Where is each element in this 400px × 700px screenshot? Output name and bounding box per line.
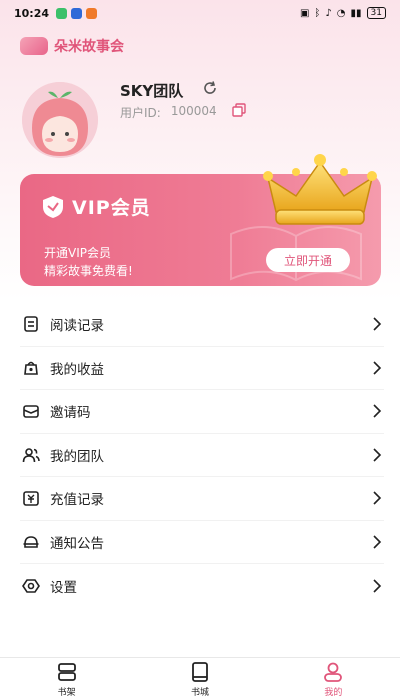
user-id-label: 用户ID: [120, 106, 161, 120]
menu-item-reading-record[interactable]: 阅读记录 [20, 303, 384, 347]
menu-item-earnings[interactable]: 我的收益 [20, 347, 384, 390]
menu-item-invite-code[interactable]: 邀请码 [20, 390, 384, 434]
bookstore-icon [192, 661, 208, 682]
signal-icon: ▮▮ [350, 7, 362, 19]
tab-bookshelf[interactable]: 书架 [0, 658, 133, 700]
user-id-row: 用户ID: 100004 [120, 104, 217, 121]
chevron-right-icon [373, 535, 382, 549]
brand-title: 朵米故事会 [54, 39, 124, 55]
status-bar: 10:24 ▣ ᛒ ♪ ◔ ▮▮ 31 [0, 0, 400, 26]
chevron-right-icon [373, 579, 382, 593]
user-id-value: 100004 [170, 104, 217, 118]
refresh-icon[interactable] [202, 80, 218, 96]
chevron-right-icon [373, 448, 382, 462]
menu-label: 阅读记录 [50, 318, 104, 335]
vip-desc-line1: 开通VIP会员 [44, 246, 111, 260]
profile-icon [324, 662, 343, 682]
taobao-app-icon [86, 7, 98, 19]
bottom-tab-bar: 书架 书城 我的 [0, 657, 400, 700]
notice-icon [23, 535, 39, 548]
brand-logo-icon [20, 37, 48, 55]
battery-indicator: 31 [366, 7, 386, 19]
tab-label: 我的 [324, 687, 343, 698]
chevron-right-icon [373, 361, 382, 375]
menu-label: 我的收益 [50, 361, 104, 378]
earnings-icon [24, 361, 38, 375]
menu-label: 充值记录 [50, 492, 104, 509]
tab-bookstore[interactable]: 书城 [133, 658, 266, 700]
status-time: 10:24 [14, 6, 50, 20]
crown-icon [263, 154, 377, 225]
vip-desc-line2: 精彩故事免费看! [44, 264, 133, 278]
recharge-record-icon [23, 491, 39, 507]
invite-code-icon [23, 405, 39, 419]
tab-label: 书城 [190, 687, 209, 698]
menu-item-notice[interactable]: 通知公告 [20, 521, 384, 564]
wechat-app-icon [56, 7, 68, 19]
menu-label: 邀请码 [50, 405, 91, 422]
menu-item-settings[interactable]: 设置 [20, 564, 384, 608]
nfc-icon: ▣ [299, 7, 310, 19]
bookshelf-icon [57, 662, 76, 681]
team-icon [22, 447, 40, 462]
menu-label: 设置 [50, 579, 77, 596]
mute-icon: ♪ [325, 7, 332, 19]
brand-header: 朵米故事会 [20, 36, 124, 56]
chevron-right-icon [373, 404, 382, 418]
copy-icon[interactable] [232, 103, 246, 117]
vip-title: VIP会员 [72, 197, 151, 219]
wifi-icon: ◔ [336, 7, 346, 19]
avatar-illustration [22, 82, 98, 158]
menu-item-my-team[interactable]: 我的团队 [20, 434, 384, 477]
menu-item-recharge-record[interactable]: 充值记录 [20, 477, 384, 521]
vip-shield-icon [43, 196, 63, 218]
chevron-right-icon [373, 491, 382, 505]
vip-open-button[interactable]: 立即开通 [266, 248, 350, 272]
tab-mine[interactable]: 我的 [267, 658, 400, 700]
tab-label: 书架 [57, 687, 76, 698]
menu-list: 阅读记录 我的收益 邀请码 我的团队 充值记录 通知公告 设置 [20, 303, 384, 608]
settings-icon [22, 578, 40, 593]
avatar[interactable] [22, 82, 98, 158]
chevron-right-icon [373, 317, 382, 331]
bluetooth-icon: ᛒ [314, 7, 321, 19]
menu-label: 通知公告 [50, 535, 104, 552]
reading-record-icon [24, 316, 38, 333]
menu-label: 我的团队 [50, 448, 104, 465]
username: SKY团队 [120, 82, 184, 100]
message-app-icon [71, 7, 83, 19]
